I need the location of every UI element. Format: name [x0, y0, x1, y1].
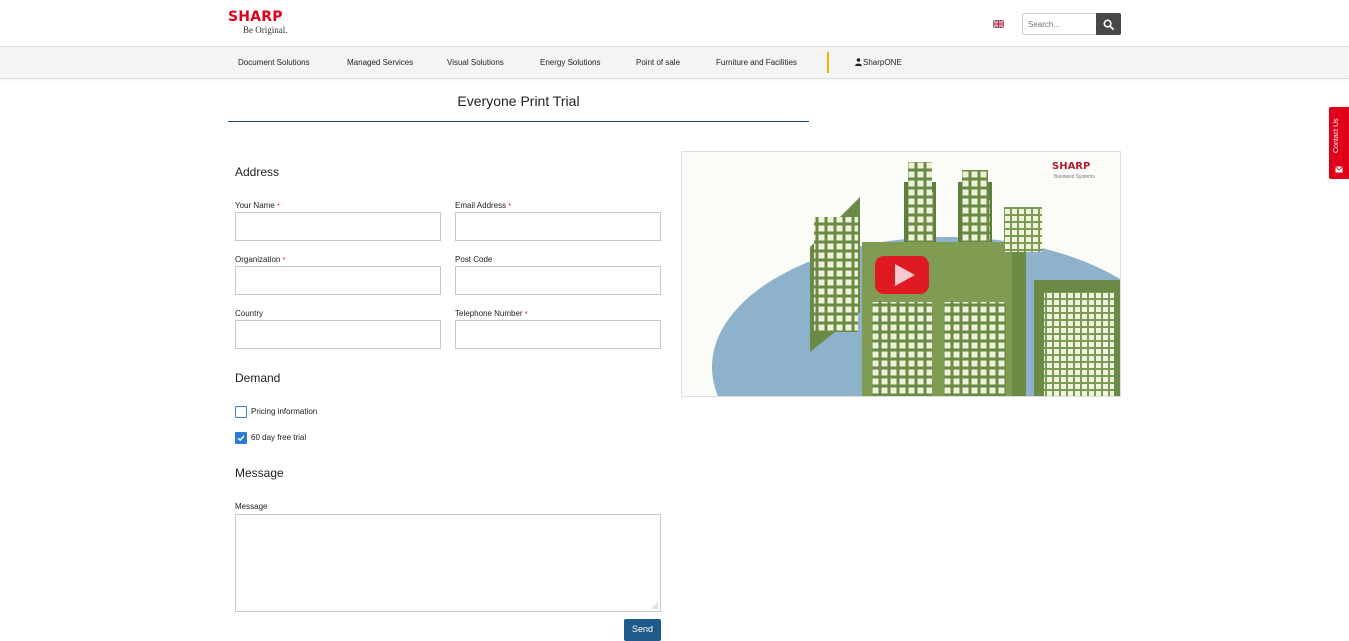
free-trial-checkbox[interactable]: [235, 432, 247, 444]
main-navigation: Document Solutions Managed Services Visu…: [0, 47, 1349, 79]
sharpone-label: SharpONE: [863, 58, 902, 67]
contact-us-tab[interactable]: Contact Us: [1329, 107, 1349, 179]
email-field[interactable]: [455, 212, 661, 241]
search-input[interactable]: [1022, 13, 1097, 35]
nav-separator: [827, 52, 829, 73]
required-marker: *: [524, 311, 528, 318]
email-label: Email Address *: [455, 201, 511, 210]
envelope-icon: [1335, 166, 1343, 173]
nav-item-energy-solutions[interactable]: Energy Solutions: [540, 47, 600, 79]
message-textarea[interactable]: [235, 514, 661, 612]
search-icon: [1103, 19, 1114, 30]
checkmark-icon: [237, 435, 245, 442]
required-marker: *: [508, 203, 512, 210]
user-icon: [855, 58, 862, 66]
telephone-field[interactable]: [455, 320, 661, 349]
nav-item-point-of-sale[interactable]: Point of sale: [636, 47, 680, 79]
brand-wordmark: SHARP: [228, 9, 283, 25]
video-subtitle-text: Business Systems: [1054, 174, 1095, 180]
pricing-information-checkbox[interactable]: [235, 406, 247, 418]
message-heading: Message: [235, 466, 284, 480]
organization-label-text: Organization: [235, 255, 281, 264]
organization-field[interactable]: [235, 266, 441, 295]
page-title: Everyone Print Trial: [457, 93, 580, 109]
brand-tagline: Be Original.: [243, 25, 288, 35]
nav-item-furniture-facilities[interactable]: Furniture and Facilities: [716, 47, 797, 79]
contact-us-label: Contact Us: [1333, 118, 1340, 154]
nav-item-document-solutions[interactable]: Document Solutions: [238, 47, 310, 79]
free-trial-label[interactable]: 60 day free trial: [251, 433, 306, 442]
nav-item-sharpone[interactable]: SharpONE: [855, 47, 902, 79]
address-heading: Address: [235, 165, 280, 179]
country-label: Country: [235, 309, 264, 318]
sharp-logo[interactable]: SHARP Be Original.: [228, 9, 308, 36]
pricing-information-label[interactable]: Pricing information: [251, 407, 317, 416]
country-field[interactable]: [235, 320, 441, 349]
your-name-field[interactable]: [235, 212, 441, 241]
search-button[interactable]: [1096, 13, 1121, 35]
nav-item-managed-services[interactable]: Managed Services: [347, 47, 413, 79]
uk-flag-icon[interactable]: [993, 20, 1004, 28]
nav-item-visual-solutions[interactable]: Visual Solutions: [447, 47, 504, 79]
send-button[interactable]: Send: [624, 619, 661, 641]
top-header: SHARP Be Original.: [0, 0, 1349, 47]
video-brand-text: SHARP: [1052, 161, 1090, 172]
video-thumbnail: SHARP Business Systems: [682, 152, 1120, 396]
required-marker: *: [282, 257, 286, 264]
video-player[interactable]: SHARP Business Systems: [681, 151, 1121, 397]
telephone-label-text: Telephone Number: [455, 309, 523, 318]
email-label-text: Email Address: [455, 201, 507, 210]
post-code-label: Post Code: [455, 255, 493, 264]
resize-handle-icon[interactable]: [651, 602, 658, 609]
post-code-field[interactable]: [455, 266, 661, 295]
title-underline: [228, 121, 809, 122]
message-label: Message: [235, 502, 268, 511]
organization-label: Organization *: [235, 255, 285, 264]
demand-heading: Demand: [235, 371, 281, 385]
your-name-label-text: Your Name: [235, 201, 275, 210]
your-name-label: Your Name *: [235, 201, 280, 210]
telephone-label: Telephone Number *: [455, 309, 528, 318]
required-marker: *: [276, 203, 280, 210]
